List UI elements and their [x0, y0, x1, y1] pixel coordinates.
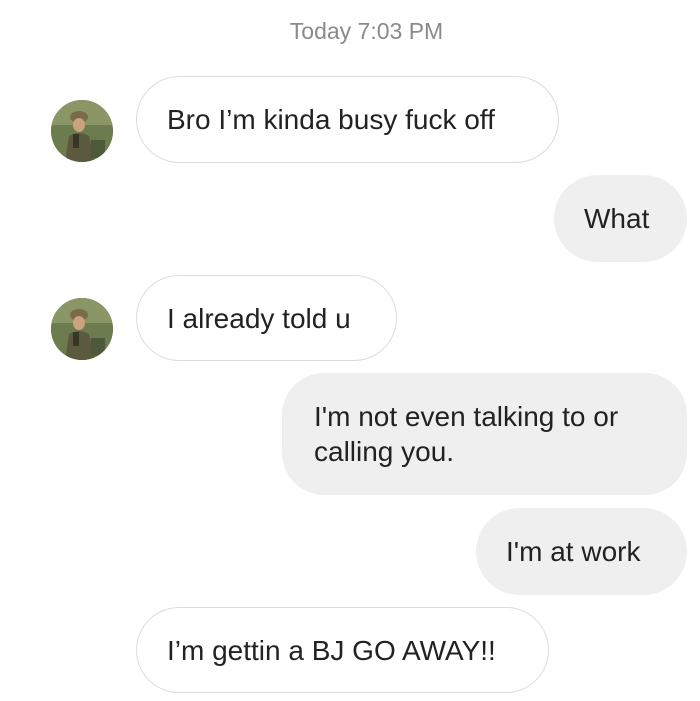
message-text: I'm not even talking to or calling you. — [314, 401, 619, 467]
incoming-message-bubble[interactable]: Bro I’m kinda busy fuck off — [136, 76, 559, 163]
message-text: I already told u — [167, 302, 351, 334]
message-text: Bro I’m kinda busy fuck off — [167, 104, 495, 135]
outgoing-message-bubble[interactable]: I'm not even talking to or calling you. — [282, 373, 687, 495]
incoming-message-bubble[interactable]: I’m gettin a BJ GO AWAY!! — [136, 607, 549, 693]
message-text: I'm at work — [506, 536, 641, 567]
profile-photo-icon — [51, 100, 113, 162]
profile-photo-icon — [51, 298, 113, 360]
incoming-message-bubble[interactable]: I already told u — [136, 275, 397, 361]
message-text: I’m gettin a BJ GO AWAY!! — [167, 634, 496, 666]
outgoing-message-bubble[interactable]: What — [554, 175, 687, 262]
message-timestamp: Today 7:03 PM — [289, 18, 444, 44]
contact-avatar[interactable] — [51, 100, 113, 162]
outgoing-message-bubble[interactable]: I'm at work — [476, 508, 687, 595]
contact-avatar[interactable] — [51, 298, 113, 360]
message-text: What — [584, 203, 650, 234]
